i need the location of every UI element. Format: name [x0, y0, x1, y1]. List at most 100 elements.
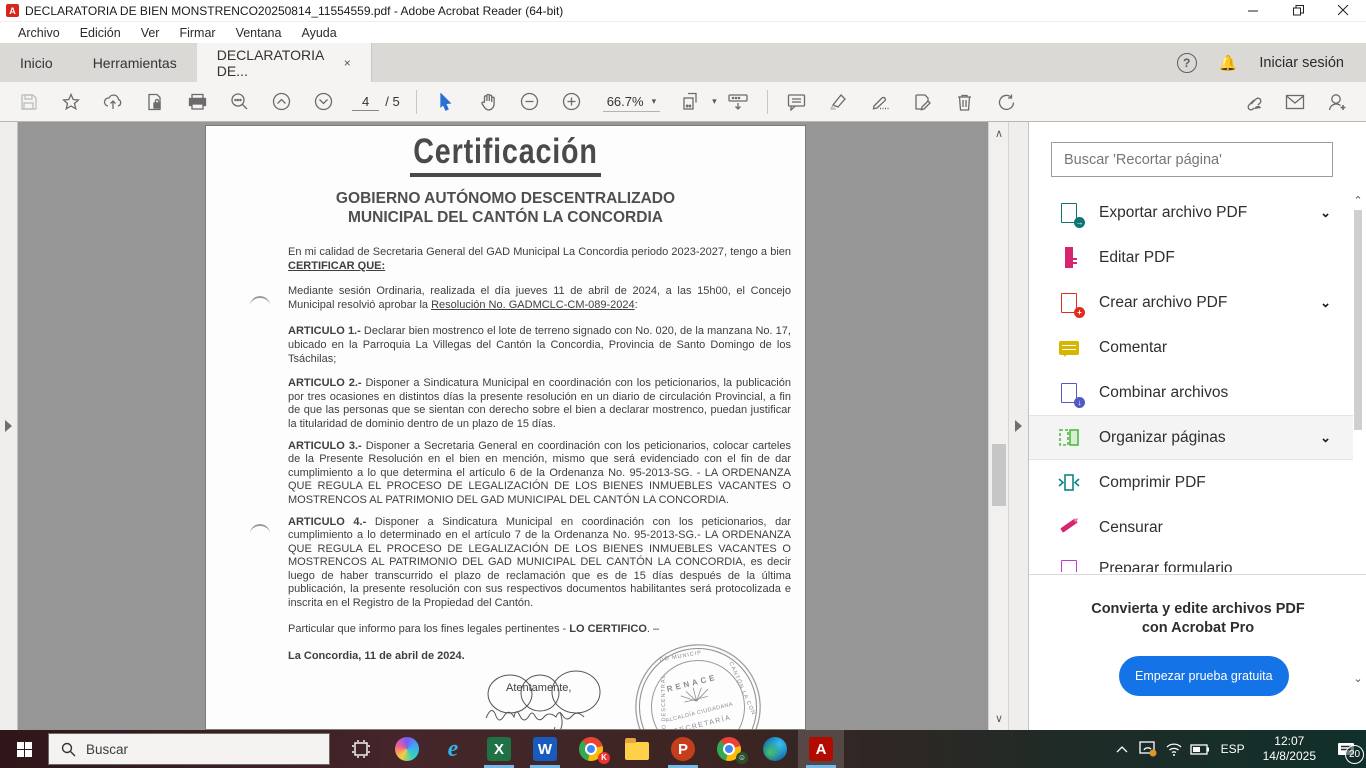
menu-ver[interactable]: Ver	[133, 24, 168, 42]
scrolling-mode-icon[interactable]	[723, 87, 753, 117]
tool-comment[interactable]: Comentar	[1029, 325, 1353, 370]
language-indicator[interactable]: ESP	[1221, 742, 1245, 756]
tray-expand-chevron-icon[interactable]	[1109, 730, 1135, 768]
highlighter-tool-icon[interactable]	[824, 87, 854, 117]
scrollbar-thumb[interactable]	[1354, 210, 1362, 430]
taskbar-copilot[interactable]	[384, 730, 430, 768]
pdf-page[interactable]: Certificación GOBIERNO AUTÓNOMO DESCENTR…	[205, 125, 806, 730]
taskbar-chrome-profile1[interactable]: K	[568, 730, 614, 768]
document-scrollbar[interactable]: ∧ ∨	[988, 122, 1008, 730]
tool-create-pdf[interactable]: + Crear archivo PDF ⌄	[1029, 280, 1353, 325]
menu-firmar[interactable]: Firmar	[171, 24, 223, 42]
taskbar-search[interactable]: Buscar	[48, 733, 330, 765]
chevron-down-icon[interactable]: ⌄	[1320, 295, 1331, 311]
tray-battery-icon[interactable]	[1187, 730, 1213, 768]
help-icon[interactable]: ?	[1177, 53, 1197, 73]
comment-icon	[1057, 336, 1081, 360]
select-tool-icon[interactable]	[431, 87, 461, 117]
search-icon	[61, 742, 76, 757]
taskbar-excel[interactable]: X	[476, 730, 522, 768]
comment-tool-icon[interactable]	[782, 87, 812, 117]
scroll-down-icon[interactable]: ∨	[989, 712, 1009, 725]
minimize-button[interactable]	[1231, 0, 1276, 22]
scroll-down-icon[interactable]: ⌄	[1352, 672, 1364, 685]
doc-paragraph: ARTICULO 4.- Disponer a Sindicatura Muni…	[288, 516, 791, 611]
chrome-profile-badge: ☺	[736, 752, 748, 764]
previous-page-icon[interactable]	[266, 87, 296, 117]
print-icon[interactable]	[182, 87, 212, 117]
close-button[interactable]	[1321, 0, 1366, 22]
notification-count-badge: 20	[1345, 745, 1364, 764]
add-account-icon[interactable]	[1322, 87, 1352, 117]
tool-edit-pdf[interactable]: Editar PDF	[1029, 235, 1353, 280]
tab-document[interactable]: DECLARATORIA DE... ×	[197, 43, 372, 82]
taskbar-powerpoint[interactable]: P	[660, 730, 706, 768]
next-page-icon[interactable]	[308, 87, 338, 117]
menu-ayuda[interactable]: Ayuda	[293, 24, 344, 42]
hand-tool-icon[interactable]	[473, 87, 503, 117]
zoom-out-icon[interactable]	[515, 87, 545, 117]
taskbar-internet-explorer[interactable]: e	[430, 730, 476, 768]
fit-width-icon[interactable]	[676, 87, 706, 117]
fill-sign-icon[interactable]	[908, 87, 938, 117]
tool-combine-files[interactable]: ↓ Combinar archivos	[1029, 370, 1353, 415]
menu-ventana[interactable]: Ventana	[228, 24, 290, 42]
open-nav-pane-icon[interactable]	[5, 420, 12, 432]
chrome-profile-badge: K	[598, 752, 610, 764]
scrollbar-thumb[interactable]	[992, 444, 1006, 506]
chevron-down-icon[interactable]: ⌄	[1320, 205, 1331, 221]
share-link-icon[interactable]	[1238, 87, 1268, 117]
system-tray: ESP 12:07 14/8/2025 20	[1109, 730, 1366, 768]
taskbar-acrobat[interactable]: A	[798, 730, 844, 768]
export-lock-icon[interactable]	[140, 87, 170, 117]
start-free-trial-button[interactable]: Empezar prueba gratuita	[1119, 656, 1289, 696]
tool-compress-pdf[interactable]: Comprimir PDF	[1029, 460, 1353, 505]
rotate-pages-icon[interactable]	[992, 87, 1022, 117]
star-icon[interactable]	[56, 87, 86, 117]
save-icon[interactable]	[14, 87, 44, 117]
scroll-up-icon[interactable]: ∧	[989, 127, 1009, 140]
menu-edicion[interactable]: Edición	[72, 24, 129, 42]
collapse-tools-pane-icon[interactable]	[1015, 420, 1022, 432]
task-view-button[interactable]	[338, 730, 384, 768]
taskbar: Buscar e X W K P ☺ A ESP 12:07 14/8/2025	[0, 730, 1366, 768]
taskbar-clock[interactable]: 12:07 14/8/2025	[1263, 734, 1316, 764]
scroll-up-icon[interactable]: ⌃	[1352, 194, 1364, 207]
taskbar-edge[interactable]	[752, 730, 798, 768]
file-explorer-icon	[625, 742, 649, 760]
internet-explorer-icon: e	[448, 736, 459, 763]
start-button[interactable]	[0, 730, 48, 768]
fit-width-chevron-icon[interactable]: ▾	[712, 96, 717, 107]
taskbar-file-explorer[interactable]	[614, 730, 660, 768]
tool-export-pdf[interactable]: → Exportar archivo PDF ⌄	[1029, 190, 1353, 235]
zoom-level-dropdown[interactable]: 66.7% ▾	[603, 92, 660, 112]
tools-panel: → Exportar archivo PDF ⌄ Editar PDF + Cr…	[1028, 122, 1366, 730]
tool-organize-pages[interactable]: Organizar páginas ⌄	[1029, 415, 1353, 460]
taskbar-chrome-profile2[interactable]: ☺	[706, 730, 752, 768]
search-tool-icon[interactable]	[224, 87, 254, 117]
cloud-upload-icon[interactable]	[98, 87, 128, 117]
sign-in-link[interactable]: Iniciar sesión	[1259, 55, 1344, 71]
menu-archivo[interactable]: Archivo	[10, 24, 68, 42]
delete-pages-icon[interactable]	[950, 87, 980, 117]
doc-body: En mi calidad de Secretaria General del …	[288, 246, 791, 695]
sign-tool-icon[interactable]	[866, 87, 896, 117]
tool-redact[interactable]: Censurar	[1029, 505, 1353, 550]
tool-prepare-form[interactable]: Preparar formulario	[1029, 550, 1353, 572]
tools-search-input[interactable]	[1051, 142, 1333, 177]
tab-herramientas[interactable]: Herramientas	[73, 43, 197, 82]
taskbar-word[interactable]: W	[522, 730, 568, 768]
doc-paragraph: ARTICULO 2.- Disponer a Sindicatura Muni…	[288, 377, 791, 431]
notifications-bell-icon[interactable]: 🔔	[1219, 54, 1238, 72]
action-center-button[interactable]: 20	[1326, 730, 1366, 768]
tray-wifi-icon[interactable]	[1161, 730, 1187, 768]
zoom-in-icon[interactable]	[557, 87, 587, 117]
tab-close-icon[interactable]: ×	[344, 56, 351, 70]
tray-display-icon[interactable]	[1135, 730, 1161, 768]
document-viewport: Certificación GOBIERNO AUTÓNOMO DESCENTR…	[18, 122, 988, 730]
chevron-down-icon[interactable]: ⌄	[1320, 430, 1331, 446]
page-number-input[interactable]: 4	[352, 93, 379, 111]
tab-inicio[interactable]: Inicio	[0, 43, 73, 82]
restore-button[interactable]	[1276, 0, 1321, 22]
email-icon[interactable]	[1280, 87, 1310, 117]
